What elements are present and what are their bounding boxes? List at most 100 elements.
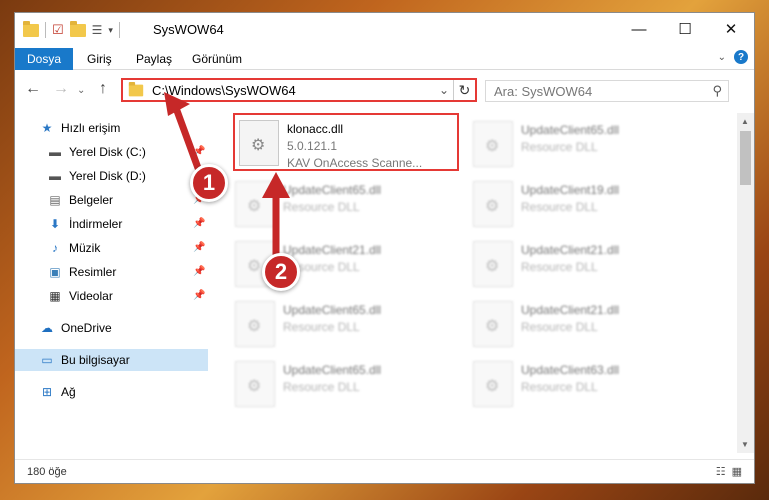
navigation-bar: ← → ⌄ ↑ C:\Windows\SysWOW64 ⌄ ↻ Ara: Sys…	[15, 75, 754, 105]
new-folder-icon[interactable]	[69, 20, 86, 37]
window-controls: — ☐ ✕	[616, 13, 754, 45]
tab-view[interactable]: Görünüm	[192, 49, 242, 70]
scroll-down-icon[interactable]: ▼	[741, 440, 749, 449]
file-description: Resource DLL	[521, 200, 598, 214]
customize-toolbar-icon[interactable]: ▾	[108, 25, 113, 36]
tab-share[interactable]: Paylaş	[136, 49, 172, 70]
dll-file-icon	[473, 241, 513, 287]
sidebar-item-network[interactable]: ⊞ Ağ	[15, 381, 208, 403]
file-name: UpdateClient63.dll	[521, 363, 620, 377]
cloud-icon: ☁	[41, 321, 53, 335]
file-tile[interactable]: UpdateClient21.dll Resource DLL	[473, 297, 693, 353]
tab-home[interactable]: Giriş	[87, 49, 112, 70]
sidebar-item-downloads[interactable]: ⬇ İndirmeler 📌	[15, 213, 208, 235]
help-icon[interactable]: ?	[734, 50, 748, 64]
dll-file-icon	[235, 181, 275, 227]
up-arrow-icon[interactable]: ↑	[99, 80, 107, 98]
sidebar-item-label: OneDrive	[61, 321, 112, 335]
title-bar: ☑ ☰ ▾ SysWOW64 — ☐ ✕	[15, 13, 754, 45]
search-placeholder: Ara: SysWOW64	[494, 83, 593, 99]
refresh-icon[interactable]: ↻	[453, 80, 475, 100]
file-description: KAV OnAccess Scanne...	[287, 156, 423, 170]
chevron-down-icon[interactable]: ⌄	[718, 52, 726, 63]
toolbar-separator	[45, 22, 46, 38]
scrollbar-thumb[interactable]	[740, 131, 751, 185]
toolbar-separator	[118, 22, 120, 38]
pin-icon: 📌	[193, 290, 206, 301]
address-path: C:\Windows\SysWOW64	[152, 82, 296, 98]
file-tile[interactable]: UpdateClient65.dll Resource DLL	[235, 297, 455, 353]
file-version: 5.0.121.1	[287, 139, 338, 153]
sidebar-item-music[interactable]: ♪ Müzik 📌	[15, 237, 208, 259]
step-badge-2: 2	[262, 253, 300, 291]
file-description: Resource DLL	[283, 380, 360, 394]
file-name: UpdateClient21.dll	[521, 303, 620, 317]
file-tile[interactable]: UpdateClient21.dll Resource DLL	[473, 237, 693, 293]
drive-icon: ▬	[49, 145, 61, 159]
sidebar-item-disk-d[interactable]: ▬ Yerel Disk (D:)	[15, 165, 208, 187]
documents-icon: ▤	[49, 193, 61, 207]
sidebar-item-pictures[interactable]: ▣ Resimler 📌	[15, 261, 208, 283]
file-tile[interactable]: UpdateClient65.dll Resource DLL	[235, 177, 455, 233]
file-name: UpdateClient65.dll	[283, 363, 382, 377]
close-button[interactable]: ✕	[708, 13, 754, 45]
dll-file-icon	[473, 301, 513, 347]
sidebar-item-quick-access[interactable]: ★ Hızlı erişim	[15, 117, 208, 139]
rename-icon[interactable]: ☰	[92, 23, 103, 37]
maximize-button[interactable]: ☐	[662, 13, 708, 45]
sidebar-item-label: Hızlı erişim	[61, 121, 121, 135]
sidebar-item-disk-c[interactable]: ▬ Yerel Disk (C:) 📌	[15, 141, 208, 163]
tab-file[interactable]: Dosya	[15, 48, 74, 70]
step-badge-1: 1	[190, 164, 228, 202]
file-description: Resource DLL	[521, 140, 598, 154]
large-icons-view-icon[interactable]: ▦	[732, 465, 742, 478]
file-tile[interactable]: UpdateClient65.dll Resource DLL	[235, 357, 455, 413]
dll-file-icon	[473, 121, 513, 167]
back-arrow-icon[interactable]: ←	[25, 80, 41, 98]
scroll-up-icon[interactable]: ▲	[741, 117, 749, 126]
minimize-button[interactable]: —	[616, 13, 662, 45]
file-tile[interactable]: UpdateClient19.dll Resource DLL	[473, 177, 693, 233]
window-title: SysWOW64	[153, 22, 224, 37]
search-box[interactable]: Ara: SysWOW64 ⚲	[485, 80, 729, 102]
recent-locations-icon[interactable]: ⌄	[77, 85, 85, 96]
file-description: Resource DLL	[521, 260, 598, 274]
sidebar-item-documents[interactable]: ▤ Belgeler 📌	[15, 189, 208, 211]
address-dropdown-icon[interactable]: ⌄	[439, 83, 449, 97]
sidebar-item-label: Yerel Disk (C:)	[69, 145, 146, 159]
dll-file-icon	[235, 361, 275, 407]
dll-file-icon	[473, 361, 513, 407]
sidebar-item-videos[interactable]: ▦ Videolar 📌	[15, 285, 208, 307]
file-description: Resource DLL	[521, 320, 598, 334]
file-tile[interactable]: UpdateClient63.dll Resource DLL	[473, 357, 693, 413]
search-icon: ⚲	[712, 83, 722, 98]
sidebar-item-label: Belgeler	[69, 193, 114, 207]
ribbon-right-controls: ⌄ ?	[718, 50, 748, 64]
sidebar-item-this-pc[interactable]: ▭ Bu bilgisayar	[15, 349, 208, 371]
forward-arrow-icon[interactable]: →	[53, 80, 69, 98]
details-view-icon[interactable]: ☷	[716, 465, 726, 478]
file-tile[interactable]: UpdateClient65.dll Resource DLL	[473, 117, 693, 173]
file-name: UpdateClient21.dll	[521, 243, 620, 257]
dll-file-icon	[473, 181, 513, 227]
vertical-scrollbar[interactable]: ▲ ▼	[737, 113, 754, 453]
file-description: Resource DLL	[283, 200, 360, 214]
status-bar: 180 öğe ☷ ▦	[15, 459, 754, 483]
pin-icon: 📌	[193, 266, 206, 277]
file-list: klonacc.dll 5.0.121.1 KAV OnAccess Scann…	[231, 113, 739, 453]
file-tile-klonacc[interactable]: klonacc.dll 5.0.121.1 KAV OnAccess Scann…	[233, 113, 459, 171]
file-name: UpdateClient65.dll	[521, 123, 620, 137]
file-name: UpdateClient21.dll	[283, 243, 382, 257]
sidebar-item-label: Ağ	[61, 385, 76, 399]
folder-icon	[128, 81, 144, 96]
file-name: UpdateClient19.dll	[521, 183, 620, 197]
sidebar-item-label: İndirmeler	[69, 217, 123, 231]
sidebar-item-onedrive[interactable]: ☁ OneDrive	[15, 317, 208, 339]
file-description: Resource DLL	[521, 380, 598, 394]
properties-icon[interactable]: ☑	[52, 22, 64, 38]
item-count: 180 öğe	[27, 465, 67, 478]
view-toggle: ☷ ▦	[716, 465, 742, 478]
address-bar[interactable]: C:\Windows\SysWOW64 ⌄ ↻	[121, 78, 477, 102]
pin-icon: 📌	[193, 146, 206, 157]
file-name: UpdateClient65.dll	[283, 183, 382, 197]
